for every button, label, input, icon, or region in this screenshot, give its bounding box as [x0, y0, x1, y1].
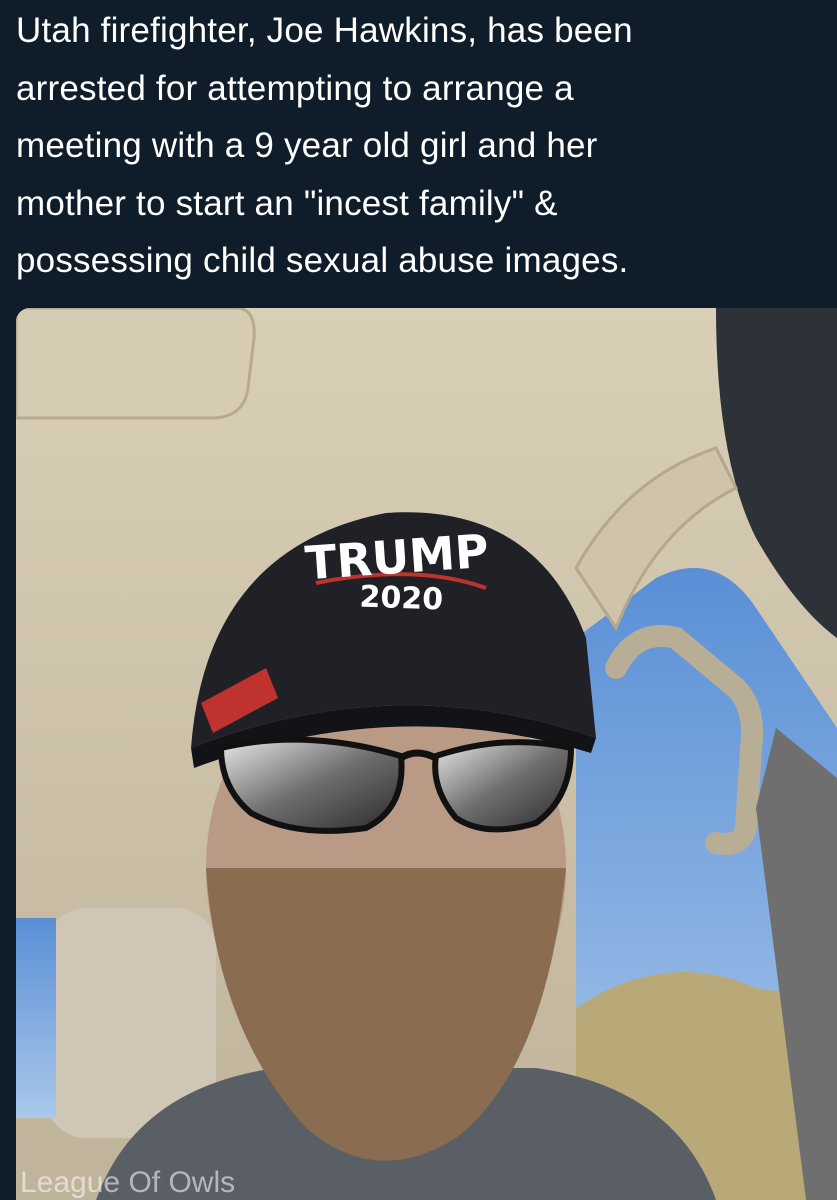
caption-line: mother to start an "incest family" &: [16, 183, 558, 223]
caption-line: arrested for attempting to arrange a: [16, 68, 574, 108]
post-caption: Utah firefighter, Joe Hawkins, has been …: [16, 2, 826, 290]
rear-window: [16, 918, 56, 1118]
sun-visor: [16, 308, 256, 420]
caption-line: Utah firefighter, Joe Hawkins, has been: [16, 11, 633, 50]
cap-text-year: 2020: [359, 580, 444, 618]
caption-line: meeting with a 9 year old girl and her: [16, 126, 598, 165]
post: Utah firefighter, Joe Hawkins, has been …: [0, 0, 837, 1200]
watermark: League Of Owls: [20, 1166, 235, 1199]
caption-line: possessing child sexual abuse images.: [16, 241, 629, 280]
post-photo[interactable]: TRUMP 2020 League Of Owls: [16, 308, 837, 1200]
photo-illustration: TRUMP 2020 League Of Owls: [16, 308, 837, 1200]
